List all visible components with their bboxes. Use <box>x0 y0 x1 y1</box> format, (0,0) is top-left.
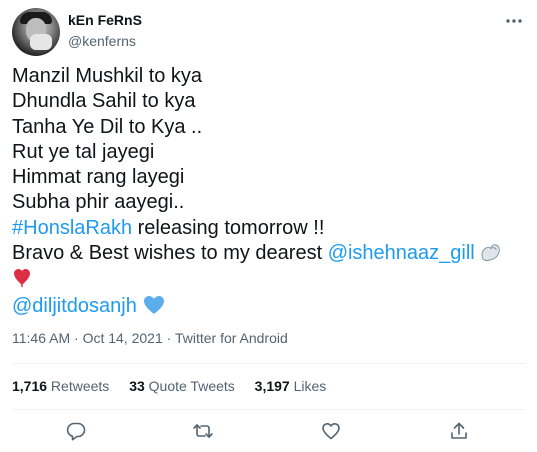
more-icon[interactable] <box>503 10 525 32</box>
tweet-time[interactable]: 11:46 AM <box>12 330 70 346</box>
retweet-icon[interactable] <box>192 420 214 442</box>
tweet-line-wishes: Bravo & Best wishes to my dearest @isheh… <box>12 241 527 266</box>
mention-link-ishehnaaz-gill[interactable]: @ishehnaaz_gill <box>328 242 475 264</box>
retweets-count: 1,716 <box>12 378 48 394</box>
divider <box>12 409 525 410</box>
tweet-stats: 1,716 Retweets 33 Quote Tweets 3,197 Lik… <box>12 377 342 395</box>
tweet-line-mention: @diljitdosanjh <box>12 294 527 319</box>
tweet-line: Manzil Mushkil to kya <box>12 65 203 87</box>
tweet-line-heart <box>12 266 527 291</box>
quote-tweets-count: 33 <box>129 378 145 394</box>
tweet-card: kEn FeRnS @kenferns Manzil Mushkil to ky… <box>0 0 537 452</box>
quote-tweets-label: Quote Tweets <box>144 378 235 394</box>
author-handle[interactable]: @kenferns <box>68 32 142 50</box>
retweets-label: Retweets <box>47 378 110 394</box>
meta-separator: · <box>70 330 83 346</box>
tweet-header: kEn FeRnS @kenferns <box>12 8 525 56</box>
blue-heart-emoji <box>141 294 167 316</box>
share-icon[interactable] <box>448 420 470 442</box>
tweet-line: Rut ye tal jayegi <box>12 140 155 163</box>
tweet-meta: 11:46 AM · Oct 14, 2021 · Twitter for An… <box>12 329 288 347</box>
retweets-stat[interactable]: 1,716 Retweets <box>12 377 109 395</box>
likes-count: 3,197 <box>254 378 290 394</box>
meta-separator: · <box>162 330 175 346</box>
like-icon[interactable] <box>320 420 342 442</box>
hashtag-suffix-text: releasing tomorrow !! <box>132 216 325 239</box>
author-names: kEn FeRnS @kenferns <box>68 11 142 50</box>
reply-icon[interactable] <box>65 420 87 442</box>
likes-label: Likes <box>289 378 327 394</box>
tweet-line: Himmat rang layegi <box>12 166 185 189</box>
mention-link-diljitdosanjh[interactable]: @diljitdosanjh <box>12 295 137 317</box>
likes-stat[interactable]: 3,197 Likes <box>255 377 327 395</box>
quote-tweets-stat[interactable]: 33 Quote Tweets <box>129 377 235 395</box>
tweet-line: Subha phir aayegi.. <box>12 191 185 214</box>
tweet-line-hashtag: #HonslaRakh releasing tomorrow !! <box>12 216 527 241</box>
wishes-text: Bravo & Best wishes to my dearest <box>12 242 328 265</box>
tweet-date[interactable]: Oct 14, 2021 <box>83 330 163 346</box>
avatar-hand <box>30 34 52 50</box>
hashtag-link[interactable]: #HonslaRakh <box>12 217 132 239</box>
tweet-source[interactable]: Twitter for Android <box>175 330 288 346</box>
tweet-line: Dhundla Sahil to kya <box>12 90 196 113</box>
tweet-text: Manzil Mushkil to kya Dhundla Sahil to k… <box>12 64 527 319</box>
divider <box>12 363 525 364</box>
avatar[interactable] <box>12 8 60 56</box>
flexed-biceps-emoji <box>479 241 503 263</box>
red-heart-emoji <box>12 267 32 289</box>
tweet-line: Tanha Ye Dil to Kya .. <box>12 115 203 138</box>
tweet-actions <box>12 412 525 448</box>
author-display-name[interactable]: kEn FeRnS <box>68 11 142 29</box>
